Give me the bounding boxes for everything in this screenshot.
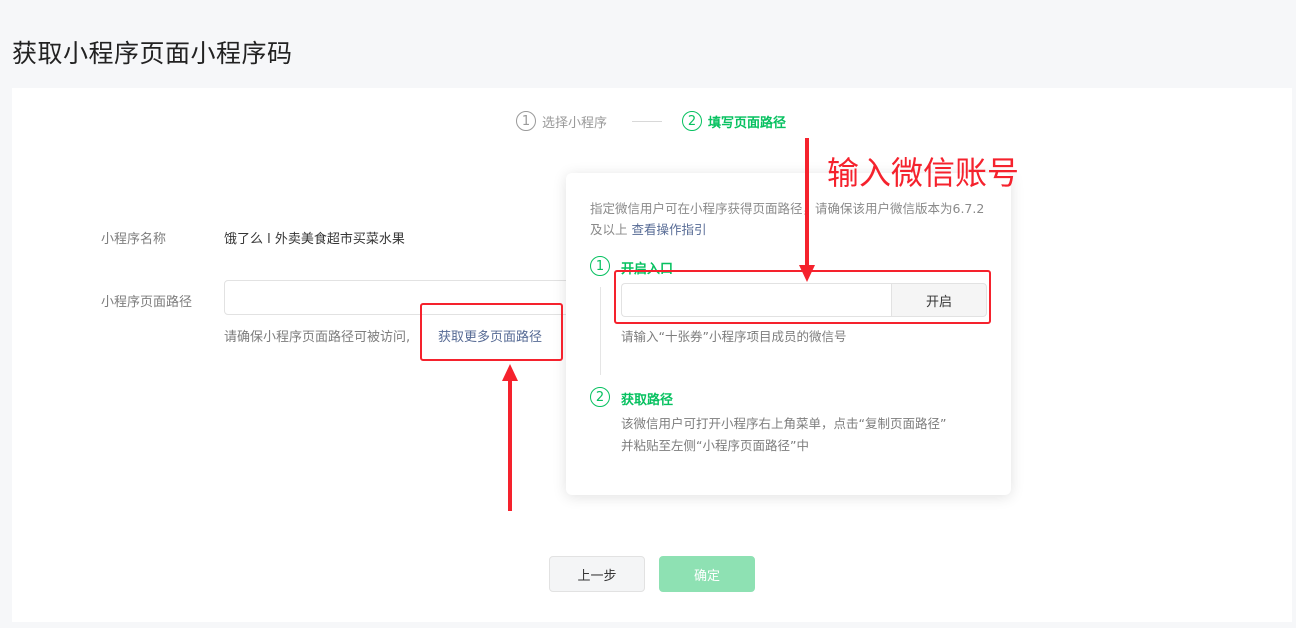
annotation-arrows [502, 138, 815, 511]
arrow-down-icon [799, 138, 815, 282]
arrow-up-icon [502, 364, 518, 511]
